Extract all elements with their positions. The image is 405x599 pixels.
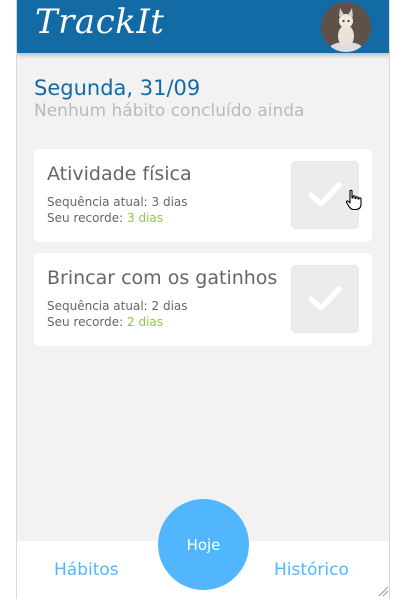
user-avatar[interactable] bbox=[321, 2, 371, 52]
cat-avatar-icon bbox=[321, 2, 371, 52]
streak-value: 3 dias bbox=[151, 195, 188, 209]
page-title: Segunda, 31/09 bbox=[34, 76, 201, 100]
record-label: Seu recorde: bbox=[47, 211, 127, 225]
app-frame: TrackIt Segunda, 31/09 Nenhum hábito con… bbox=[16, 0, 390, 599]
progress-status: Nenhum hábito concluído ainda bbox=[34, 101, 305, 121]
app-logo: TrackIt bbox=[35, 2, 165, 42]
record-label: Seu recorde: bbox=[47, 315, 127, 329]
hand-pointer-icon bbox=[345, 189, 362, 211]
habit-streak: Sequência atual: 3 dias bbox=[47, 195, 188, 209]
habit-card: Atividade física Sequência atual: 3 dias… bbox=[34, 149, 372, 242]
checkmark-icon bbox=[308, 286, 342, 311]
habit-streak: Sequência atual: 2 dias bbox=[47, 299, 188, 313]
top-bar: TrackIt bbox=[17, 0, 389, 53]
streak-label: Sequência atual: bbox=[47, 195, 152, 209]
streak-value: 2 dias bbox=[151, 299, 188, 313]
habit-card: Brincar com os gatinhos Sequência atual:… bbox=[34, 253, 372, 346]
habit-record: Seu recorde: 2 dias bbox=[47, 315, 163, 329]
habit-check-button[interactable] bbox=[291, 265, 359, 333]
record-value: 2 dias bbox=[127, 315, 164, 329]
nav-history-link[interactable]: Histórico bbox=[274, 560, 349, 580]
today-button[interactable]: Hoje bbox=[158, 499, 249, 590]
habit-name: Brincar com os gatinhos bbox=[47, 267, 278, 289]
nav-habits-link[interactable]: Hábitos bbox=[54, 560, 119, 580]
habit-record: Seu recorde: 3 dias bbox=[47, 211, 163, 225]
resize-grip-icon[interactable] bbox=[377, 585, 389, 597]
checkmark-icon bbox=[308, 182, 342, 207]
streak-label: Sequência atual: bbox=[47, 299, 152, 313]
record-value: 3 dias bbox=[127, 211, 164, 225]
habit-name: Atividade física bbox=[47, 163, 192, 185]
